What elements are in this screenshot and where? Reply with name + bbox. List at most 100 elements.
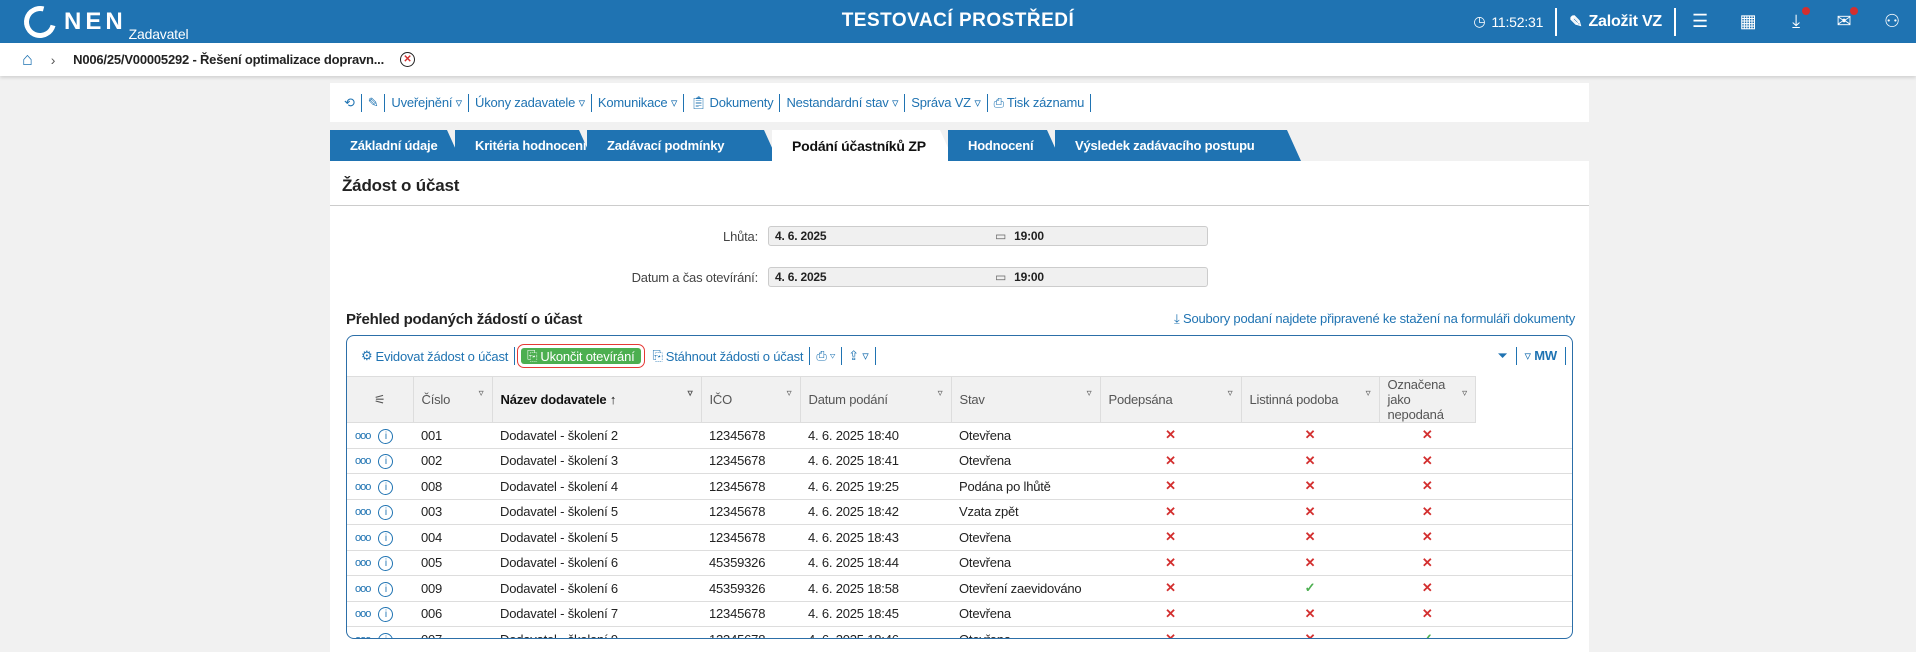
action-toolbar: ⟲ ✎ Uveřejnění ▿ Úkony zadavatele ▿ Komu… [330,83,1589,122]
table-row[interactable]: ooo i 005 Dodavatel - školení 6 45359326 … [347,550,1572,576]
register-request-button[interactable]: ⚙ Evidovat žádost o účast [355,348,514,364]
print-menu[interactable]: ⎙ ▿ [810,348,841,364]
finish-opening-button[interactable]: ⎘ Ukončit otevírání [517,344,645,368]
info-icon[interactable]: i [378,454,394,470]
menu-komunikace[interactable]: Komunikace ▿ [592,95,683,111]
more-icon[interactable]: ooo [355,634,371,638]
col-ico[interactable]: IČO ▿ [701,376,801,423]
more-icon[interactable]: ooo [355,506,371,518]
info-icon[interactable]: i [378,632,394,638]
more-icon[interactable]: ooo [355,430,371,442]
cell-date: 4. 6. 2025 18:58 [800,575,951,602]
tab-zadavaci-podminky[interactable]: Zadávací podmínky [587,130,778,161]
info-icon[interactable]: i [378,556,394,572]
overview-title: Přehled podaných žádostí o účast [346,311,583,328]
user-icon[interactable]: ⚇ [1868,0,1916,43]
cell-num: 007 [413,626,492,638]
cell-paper: ✕ [1241,601,1379,627]
cell-date: 4. 6. 2025 18:46 [800,626,951,638]
menu-sprava-vz[interactable]: Správa VZ ▿ [905,95,986,111]
download-icon[interactable]: ⤓ [1772,0,1820,43]
table-row[interactable]: ooo i 002 Dodavatel - školení 3 12345678 … [347,448,1572,474]
info-icon[interactable]: i [378,428,394,444]
cell-name: Dodavatel - školení 6 [492,575,701,602]
tab-bar: Základní údaje Kritéria hodnocení Zadáva… [330,130,1295,161]
cell-date: 4. 6. 2025 18:45 [800,601,951,627]
more-icon[interactable]: ooo [355,608,371,620]
breadcrumb-title[interactable]: N006/25/V00005292 - Řešení optimalizace … [73,52,384,67]
tab-zakladni-udaje[interactable]: Základní údaje [330,130,461,161]
cell-state: Otevření zaevidováno [951,575,1100,602]
table-row[interactable]: oooi 007 Dodavatel - školení 9 12345678 … [347,626,1572,638]
home-icon[interactable]: ⌂ [22,49,33,70]
tab-podani-ucastniku[interactable]: Podání účastníků ZP [772,130,954,161]
cell-unsubmitted: ✕ [1379,601,1476,627]
table-row[interactable]: ooo i 006 Dodavatel - školení 7 12345678 … [347,601,1572,627]
more-icon[interactable]: ooo [355,557,371,569]
cross-icon: ✕ [1421,580,1433,596]
info-icon[interactable]: i [378,479,394,495]
tab-kriteria-hodnoceni[interactable]: Kritéria hodnocení [455,130,593,161]
top-bar: NEN Zadavatel TESTOVACÍ PROSTŘEDÍ ◷ 11:52… [0,0,1916,44]
table-row[interactable]: ooo i 009 Dodavatel - školení 6 45359326 … [347,575,1572,602]
session-time: 11:52:31 [1491,13,1544,30]
cross-icon: ✕ [1421,554,1433,570]
col-datum[interactable]: Datum podání ▿ [800,376,952,423]
download-requests-button[interactable]: ⎘ Stáhnout žádosti o účast [647,348,810,364]
table-row[interactable]: ooo i 001 Dodavatel - školení 2 12345678 … [347,422,1572,449]
col-stav[interactable]: Stav ▿ [951,376,1101,423]
cell-num: 005 [413,550,492,576]
menu-dokumenty[interactable]: 📋︎ Dokumenty [684,95,779,111]
column-settings-icon[interactable]: ⚟ [347,376,414,423]
create-vz-button[interactable]: ✎ Založit VZ [1557,12,1674,32]
more-icon[interactable]: ooo [355,455,371,467]
cross-icon: ✕ [1165,503,1176,519]
info-icon[interactable]: i [378,530,394,546]
download-icon: ⤓ [1174,311,1183,326]
cell-signed: ✕ [1100,448,1241,474]
col-listinna[interactable]: Listinná podoba ▿ [1241,376,1380,423]
more-icon[interactable]: ooo [355,481,371,493]
col-nazev[interactable]: Název dodavatele ↑ ▿ [492,376,702,423]
col-label: Podepsána [1108,392,1173,407]
dokumenty-label: Dokumenty [709,95,774,110]
close-icon[interactable]: ✕ [399,52,415,67]
info-icon[interactable]: i [378,505,394,521]
tab-hodnoceni[interactable]: Hodnocení [948,130,1061,161]
col-nepodana[interactable]: Označena jako nepodaná ▿ [1379,376,1476,423]
col-label: Číslo [421,392,451,407]
cell-state: Otevřena [951,422,1100,449]
cell-date: 4. 6. 2025 18:40 [800,422,951,449]
menu-ukony-zadavatele[interactable]: Úkony zadavatele ▿ [469,95,591,111]
filter-icon[interactable]: ⏷ [1497,348,1507,364]
menu-tisk-zaznamu[interactable]: ⎙ Tisk záznamu [988,95,1091,111]
more-icon[interactable]: ooo [355,583,371,595]
table-row[interactable]: ooo i 003 Dodavatel - školení 5 12345678 … [347,499,1572,525]
tab-vysledek[interactable]: Výsledek zadávacího postupu [1055,130,1301,161]
export-menu[interactable]: ⇪ ▿ [842,348,874,364]
col-podepsana[interactable]: Podepsána ▿ [1100,376,1242,423]
row-actions: oooi [347,524,413,551]
info-icon[interactable]: i [378,607,394,623]
menu-nestandardni-stav[interactable]: Nestandardní stav ▿ [780,95,904,111]
view-dropdown[interactable]: ▿ MW [1525,348,1558,364]
deadline-field: 4. 6. 2025 ▭ 19:00 [768,226,1208,246]
calendar-icon[interactable]: ▦ [1724,0,1772,43]
refresh-icon[interactable]: ⟲ [338,95,361,111]
info-icon[interactable]: i [378,581,394,597]
download-files-link[interactable]: ⤓ Soubory podaní najdete připravené ke s… [1174,311,1575,327]
deadline-date: 4. 6. 2025 [775,229,827,243]
menu-icon[interactable]: ☰ [1676,0,1724,43]
cross-icon: ✕ [1165,554,1176,570]
table-row[interactable]: ooo i 004 Dodavatel - školení 5 12345678 … [347,524,1572,551]
table-row[interactable]: ooo i 008 Dodavatel - školení 4 12345678 … [347,473,1572,500]
cell-signed: ✕ [1100,575,1241,602]
col-label: Označena jako nepodaná [1387,377,1446,422]
mail-icon[interactable]: ✉ [1820,0,1868,43]
col-cislo[interactable]: Číslo ▿ [413,376,493,423]
menu-uverejneni[interactable]: Uveřejnění ▿ [385,95,468,111]
more-icon[interactable]: ooo [355,532,371,544]
cell-paper: ✕ [1241,626,1379,638]
pencil-icon[interactable]: ✎ [362,95,385,111]
row-actions: oooi [347,575,413,602]
